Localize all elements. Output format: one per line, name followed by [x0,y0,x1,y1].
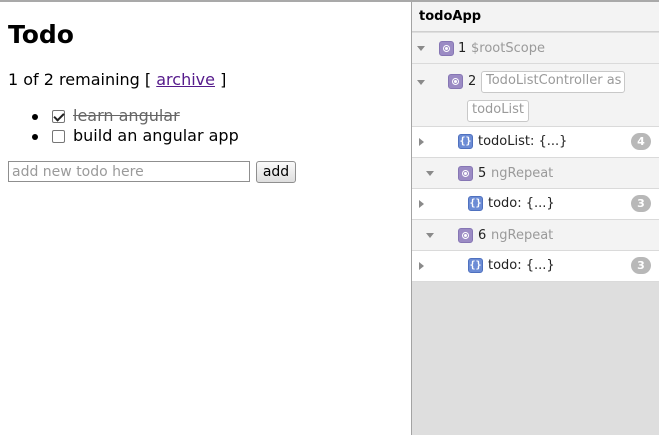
collapse-arrow-icon[interactable] [417,46,425,51]
scope-id: 5 [478,166,487,181]
collapse-arrow-icon[interactable] [426,171,434,176]
property-row-todo[interactable]: {} todo: {...} 3 [412,189,659,220]
object-icon: {} [468,258,483,273]
todo-text: learn angular [73,106,180,125]
new-todo-input[interactable] [8,161,250,182]
property-label: todo: {...} [488,258,555,273]
remaining-count-text: 1 of 2 remaining [ [8,70,157,89]
count-badge: 4 [631,133,651,150]
bullet-icon [32,134,38,140]
scope-name: ngRepeat [491,228,554,243]
count-badge: 3 [631,257,651,274]
collapse-arrow-icon[interactable] [426,233,434,238]
controller-name-line2: todoList [467,100,529,122]
inspector-title: todoApp [419,9,482,24]
expand-arrow-icon[interactable] [419,200,424,208]
scope-inspector-pane: todoApp 1 $rootScope 2 TodoListControlle… [412,2,659,435]
scope-row-ngrepeat[interactable]: 5 ngRepeat [412,158,659,189]
property-row-todolist[interactable]: {} todoList: {...} 4 [412,127,659,158]
scope-row-ngrepeat[interactable]: 6 ngRepeat [412,220,659,251]
remaining-close-bracket: ] [214,70,227,89]
scope-row-controller[interactable]: 2 TodoListController as todoList [412,64,659,127]
scope-icon [458,166,473,181]
scope-icon [439,41,454,56]
expand-arrow-icon[interactable] [419,262,424,270]
scope-row-root[interactable]: 1 $rootScope [412,33,659,64]
todo-checkbox-checked[interactable] [52,110,65,123]
property-label: todoList: {...} [478,134,568,149]
property-row-todo[interactable]: {} todo: {...} 3 [412,251,659,282]
page-title: Todo [8,20,74,49]
archive-link[interactable]: archive [156,70,215,89]
scope-icon [458,228,473,243]
todo-text: build an angular app [73,126,239,145]
todo-app-pane: Todo 1 of 2 remaining [ archive ] learn … [0,2,411,435]
scope-id: 2 [468,74,477,89]
scope-id: 6 [478,228,487,243]
collapse-arrow-icon[interactable] [417,80,425,85]
object-icon: {} [458,134,473,149]
remaining-summary: 1 of 2 remaining [ archive ] [8,70,226,90]
bullet-icon [32,114,38,120]
inspector-header: todoApp [412,2,659,32]
expand-arrow-icon[interactable] [419,138,424,146]
object-icon: {} [468,196,483,211]
todo-list: learn angular build an angular app [0,106,400,146]
count-badge: 3 [631,195,651,212]
scope-name: $rootScope [471,41,545,56]
scope-icon [448,74,463,89]
todo-item: build an angular app [0,126,400,146]
add-todo-button[interactable]: add [256,161,296,183]
todo-checkbox[interactable] [52,130,65,143]
controller-name-line1: TodoListController as [481,71,625,93]
scope-id: 1 [458,41,467,56]
property-label: todo: {...} [488,196,555,211]
scope-name: ngRepeat [491,166,554,181]
todo-item: learn angular [0,106,400,126]
